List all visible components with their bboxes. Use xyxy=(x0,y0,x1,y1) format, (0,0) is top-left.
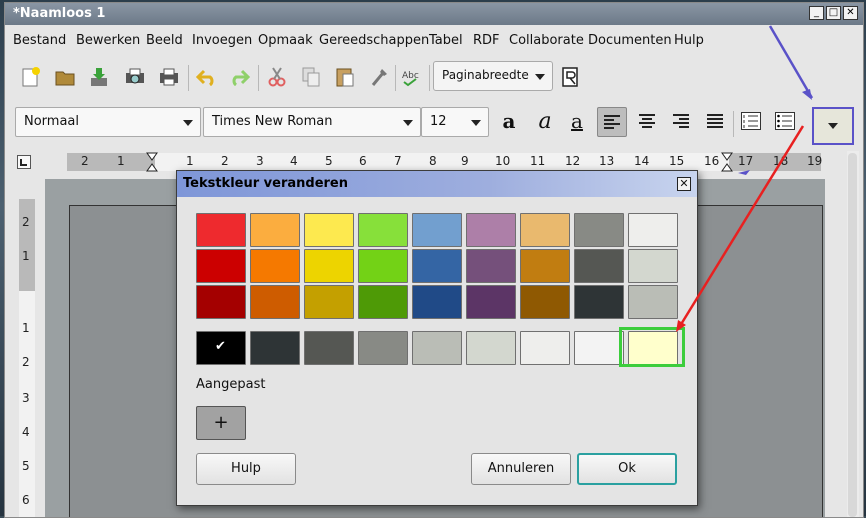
left-indent-marker[interactable] xyxy=(146,152,158,172)
color-swatch[interactable] xyxy=(466,213,516,247)
vruler-number: 4 xyxy=(22,425,30,439)
custom-colors-label: Aangepast xyxy=(196,377,266,392)
vruler-number: 2 xyxy=(22,355,30,369)
color-swatch[interactable] xyxy=(412,331,462,365)
color-swatch[interactable] xyxy=(574,285,624,319)
color-swatch[interactable] xyxy=(574,249,624,283)
vruler-number: 3 xyxy=(22,391,30,405)
vruler-number: 5 xyxy=(22,459,30,473)
color-swatch[interactable] xyxy=(520,213,570,247)
color-swatch[interactable] xyxy=(358,213,408,247)
dialog-title-bar[interactable]: Tekstkleur veranderen ✕ xyxy=(177,171,697,197)
ok-button[interactable]: Ok xyxy=(577,453,677,485)
color-swatch[interactable] xyxy=(520,285,570,319)
right-indent-marker[interactable] xyxy=(721,152,733,172)
color-swatch[interactable] xyxy=(412,285,462,319)
dialog-close-button[interactable]: ✕ xyxy=(677,177,691,191)
color-swatch[interactable] xyxy=(304,285,354,319)
color-swatch[interactable] xyxy=(358,249,408,283)
color-swatch[interactable] xyxy=(250,331,300,365)
vruler-number: 6 xyxy=(22,493,30,507)
vruler-number: 1 xyxy=(22,249,30,263)
scrollbar-thumb[interactable] xyxy=(848,153,857,517)
color-swatch[interactable] xyxy=(196,213,246,247)
color-swatch[interactable] xyxy=(250,213,300,247)
color-swatch[interactable] xyxy=(520,249,570,283)
color-swatch[interactable] xyxy=(412,249,462,283)
color-swatch[interactable] xyxy=(520,331,570,365)
color-swatch[interactable] xyxy=(574,331,624,365)
color-swatch[interactable] xyxy=(250,285,300,319)
color-swatch[interactable]: ✔ xyxy=(196,331,246,365)
cancel-button[interactable]: Annuleren xyxy=(471,453,571,485)
selected-swatch-highlight xyxy=(619,327,685,367)
color-swatch[interactable] xyxy=(358,285,408,319)
help-button[interactable]: Hulp xyxy=(196,453,296,485)
color-swatch[interactable] xyxy=(412,213,462,247)
color-swatch[interactable] xyxy=(358,331,408,365)
color-swatch[interactable] xyxy=(250,249,300,283)
color-swatch[interactable] xyxy=(628,249,678,283)
color-swatch[interactable] xyxy=(196,249,246,283)
dialog-title: Tekstkleur veranderen xyxy=(183,176,349,191)
color-swatch[interactable] xyxy=(628,285,678,319)
color-swatch[interactable] xyxy=(304,213,354,247)
color-swatch[interactable] xyxy=(466,285,516,319)
add-custom-color-button[interactable]: + xyxy=(196,406,246,440)
vruler-number: 1 xyxy=(22,321,30,335)
text-color-dialog: Tekstkleur veranderen ✕ Aangepast + Hulp… xyxy=(176,170,698,506)
color-swatch[interactable] xyxy=(304,249,354,283)
color-swatch[interactable] xyxy=(628,213,678,247)
vruler-number: 2 xyxy=(22,215,30,229)
color-swatch[interactable] xyxy=(574,213,624,247)
checkmark-icon: ✔ xyxy=(215,339,226,354)
color-swatch[interactable] xyxy=(196,285,246,319)
color-swatch[interactable] xyxy=(304,331,354,365)
color-swatch[interactable] xyxy=(466,249,516,283)
color-swatch[interactable] xyxy=(466,331,516,365)
